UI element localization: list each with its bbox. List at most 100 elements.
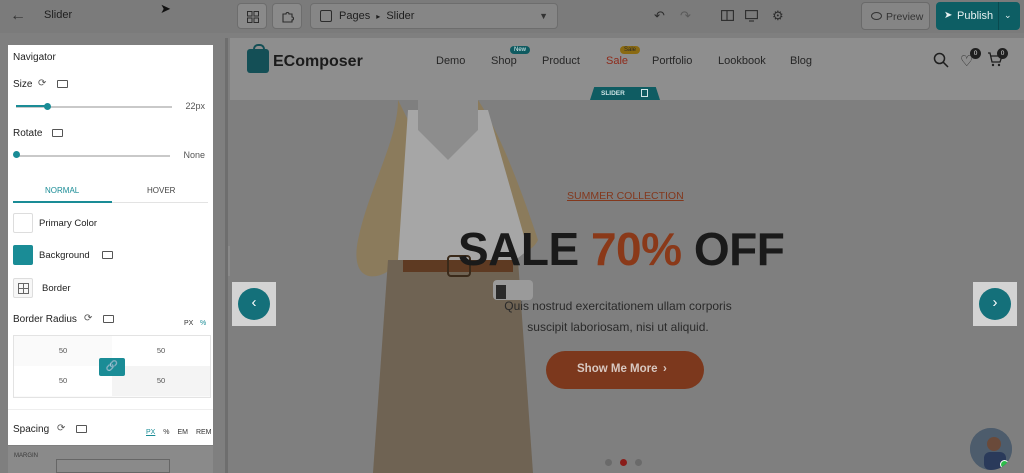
show-me-more-button[interactable]: Show Me More › (546, 351, 704, 389)
rotate-value[interactable]: None (158, 150, 205, 160)
nav-sale[interactable]: Sale (606, 55, 628, 67)
send-icon: ➤ (944, 10, 953, 21)
online-status-indicator (1000, 460, 1009, 469)
nav-demo[interactable]: Demo (436, 55, 465, 67)
sale-badge: Sale (620, 46, 641, 54)
chevron-right-icon: › (979, 288, 1011, 320)
radius-bottom-left[interactable]: 50 (14, 366, 112, 396)
desktop-icon[interactable] (76, 425, 87, 433)
chevron-left-icon: ‹ (238, 288, 270, 320)
pages-label: Pages (339, 10, 371, 22)
redo-icon[interactable]: ↷ (680, 9, 691, 22)
nav-blog[interactable]: Blog (790, 55, 812, 67)
layout-grid-button[interactable] (237, 3, 267, 29)
reset-icon[interactable]: ⟳ (38, 78, 46, 89)
slider-next-button[interactable]: › (973, 282, 1017, 326)
reset-icon[interactable]: ⟳ (57, 423, 65, 434)
breadcrumb-separator: ▸ (376, 12, 381, 21)
state-tabs: NORMAL HOVER (13, 183, 208, 203)
primary-color-swatch[interactable] (13, 213, 33, 233)
divider (8, 409, 213, 410)
publish-divider (998, 2, 999, 30)
slider-dot[interactable] (620, 459, 627, 466)
size-slider-fill (16, 105, 48, 107)
cta-label: Show Me More (577, 363, 658, 375)
radius-bottom-right[interactable]: 50 (112, 366, 210, 396)
border-row[interactable]: Border (13, 278, 208, 302)
spacing-unit-em[interactable]: EM (177, 429, 188, 436)
margin-editor: MARGIN (8, 446, 213, 473)
cart-count: 0 (997, 48, 1008, 59)
headline-sale-text: SALE (458, 223, 591, 275)
arrow-left-icon[interactable]: ← (10, 8, 26, 24)
hero-slider: SUMMER COLLECTION SALE 70% OFF Quis nost… (230, 100, 1024, 473)
radius-top-left[interactable]: 50 (14, 336, 112, 366)
desktop-icon[interactable] (103, 315, 114, 323)
desktop-view-icon[interactable] (745, 10, 758, 22)
nav-portfolio[interactable]: Portfolio (652, 55, 692, 67)
shopping-bag-logo-icon (247, 44, 269, 73)
undo-icon[interactable]: ↶ (654, 9, 665, 22)
document-icon (320, 10, 332, 22)
page-breadcrumb: Pages ▸ Slider (339, 10, 414, 22)
current-page-label: Slider (386, 10, 415, 22)
hero-collection-label[interactable]: SUMMER COLLECTION (567, 190, 684, 202)
desktop-icon[interactable] (102, 251, 113, 259)
eye-icon (871, 12, 882, 20)
slider-tag-label: SLIDER (601, 90, 625, 97)
nav-product[interactable]: Product (542, 55, 580, 67)
link-icon: 🔗 (105, 361, 119, 372)
search-icon[interactable] (933, 52, 949, 68)
hero-description-line-2: suscipit laboriosam, nisi ut aliquid. (527, 320, 709, 334)
extensions-button[interactable] (272, 3, 302, 29)
active-tab-indicator (13, 201, 112, 203)
rotate-slider-track[interactable] (16, 155, 170, 157)
page-selector[interactable]: Pages ▸ Slider ▼ (310, 3, 558, 29)
margin-box[interactable] (56, 459, 170, 473)
trash-icon[interactable] (641, 89, 648, 97)
background-label: Background (39, 250, 90, 261)
radius-top-right[interactable]: 50 (112, 336, 210, 366)
reset-icon[interactable]: ⟳ (84, 313, 92, 324)
radius-unit-percent[interactable]: % (200, 320, 206, 327)
hero-description-line-1: Quis nostrud exercitationem ullam corpor… (504, 299, 732, 313)
spacing-unit-rem[interactable]: REM (196, 429, 212, 436)
preview-button[interactable]: Preview (861, 2, 930, 30)
site-logo[interactable]: EComposer (273, 53, 363, 71)
size-value[interactable]: 22px (158, 101, 205, 111)
publish-options-chevron-icon[interactable]: ⌄ (1004, 10, 1012, 21)
headline-percent: 70% (590, 223, 682, 275)
spacing-unit-px[interactable]: PX (146, 429, 155, 436)
tab-hover[interactable]: HOVER (147, 186, 175, 195)
background-color-row[interactable]: Background (13, 245, 208, 269)
slider-dot[interactable] (635, 459, 642, 466)
spacing-unit-percent[interactable]: % (163, 429, 169, 436)
preview-label: Preview (886, 11, 924, 23)
border-radius-label: Border Radius (13, 314, 77, 325)
settings-panel: Navigator Size ⟳ 22px Rotate None NORMAL… (8, 45, 213, 445)
nav-shop[interactable]: Shop (491, 55, 517, 67)
top-toolbar: ← Slider ➤ Pages ▸ Slider ▼ ↶ ↷ ⚙ Previe… (0, 0, 1024, 33)
desktop-icon[interactable] (57, 80, 68, 88)
radius-unit-px[interactable]: PX (184, 320, 193, 327)
rotate-slider-handle[interactable] (12, 151, 20, 158)
grid-icon (247, 11, 259, 23)
primary-color-row[interactable]: Primary Color (13, 213, 208, 237)
size-slider-handle[interactable] (43, 103, 51, 110)
sidebar-toggle-icon[interactable] (721, 10, 734, 21)
border-grid-icon (18, 283, 29, 294)
gear-icon[interactable]: ⚙ (772, 9, 784, 22)
slider-prev-button[interactable]: ‹ (232, 282, 276, 326)
slider-dot[interactable] (605, 459, 612, 466)
publish-button[interactable]: ➤ Publish ⌄ (936, 2, 1020, 30)
background-color-swatch[interactable] (13, 245, 33, 265)
nav-lookbook[interactable]: Lookbook (718, 55, 766, 67)
margin-label: MARGIN (14, 453, 38, 459)
slider-element-tag[interactable]: SLIDER (590, 87, 660, 100)
desktop-icon[interactable] (52, 129, 63, 137)
tab-normal[interactable]: NORMAL (45, 186, 79, 195)
support-chat-avatar[interactable] (970, 428, 1012, 470)
editor-title: Slider (44, 9, 73, 21)
border-swatch[interactable] (13, 278, 33, 298)
link-values-button[interactable]: 🔗 (99, 358, 125, 376)
